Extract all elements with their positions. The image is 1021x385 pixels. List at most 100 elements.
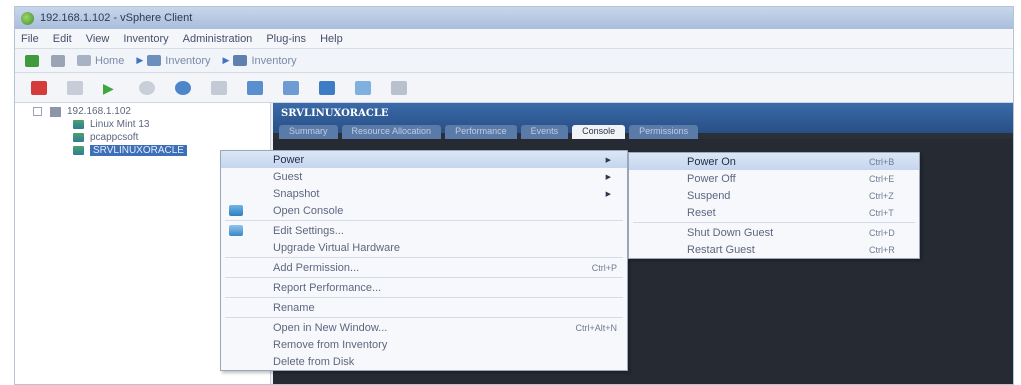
host-icon <box>50 106 61 117</box>
tab-permissions[interactable]: Permissions <box>629 125 699 139</box>
snapshot-manager-icon[interactable] <box>247 80 263 95</box>
menu-inventory[interactable]: Inventory <box>123 33 168 45</box>
tree-vm-srvlinuxoracle[interactable]: SRVLINUXORACLE <box>33 144 187 157</box>
power-off-icon[interactable] <box>31 80 47 95</box>
revert-snapshot-icon[interactable] <box>211 80 227 95</box>
ctx-item-delete-disk[interactable]: Delete from Disk <box>221 353 627 370</box>
tab-summary[interactable]: Summary <box>279 125 338 139</box>
suspend-icon[interactable] <box>67 80 83 95</box>
clone-icon[interactable] <box>355 80 371 95</box>
breadcrumb-inventory-label: Inventory <box>165 54 211 67</box>
power-item-power-on[interactable]: Power On Ctrl+B <box>629 153 919 170</box>
ctx-item-label: Open in New Window... <box>273 321 388 334</box>
menu-separator <box>633 222 915 223</box>
breadcrumb-arrow-icon: ▶ <box>222 55 230 65</box>
menu-plugins[interactable]: Plug-ins <box>266 33 306 45</box>
menu-bar: File Edit View Inventory Administration … <box>15 29 1013 49</box>
vsphere-app-icon <box>21 11 34 25</box>
vms-templates-icon <box>233 55 248 66</box>
submenu-arrow-icon: ▶ <box>605 173 611 181</box>
ctx-item-label: Edit Settings... <box>273 224 344 237</box>
ctx-item-rename[interactable]: Rename <box>221 299 627 316</box>
shortcut-text: Ctrl+P <box>591 262 617 273</box>
shortcut-text: Ctrl+Alt+N <box>575 322 617 333</box>
power-item-suspend[interactable]: Suspend Ctrl+Z <box>629 187 919 204</box>
ctx-item-label: Delete from Disk <box>273 355 355 368</box>
breadcrumb-inventory-label: Inventory <box>251 54 297 67</box>
ctx-item-snapshot[interactable]: Snapshot ▶ <box>221 185 627 202</box>
tab-resource-allocation[interactable]: Resource Allocation <box>341 125 442 139</box>
power-item-reset[interactable]: Reset Ctrl+T <box>629 204 919 221</box>
menu-separator <box>225 317 623 318</box>
ctx-item-label: Power <box>273 153 305 166</box>
console-icon <box>229 205 243 216</box>
tree-vm-pcappcsoft[interactable]: pcappcsoft <box>33 131 187 144</box>
tab-console[interactable]: Console <box>572 125 626 139</box>
breadcrumb-inventory-2[interactable]: ▶ Inventory <box>223 55 297 67</box>
back-icon[interactable] <box>25 54 39 67</box>
ctx-item-upgrade-hardware[interactable]: Upgrade Virtual Hardware <box>221 239 627 256</box>
forward-icon[interactable] <box>51 54 65 67</box>
ctx-item-edit-settings[interactable]: Edit Settings... <box>221 222 627 239</box>
shortcut-text: Ctrl+D <box>869 227 895 238</box>
ctx-item-label: Guest <box>273 170 303 183</box>
tab-performance[interactable]: Performance <box>445 125 517 139</box>
collapse-toggle-icon[interactable] <box>33 107 42 116</box>
tree-host-label: 192.168.1.102 <box>67 106 131 117</box>
power-item-power-off[interactable]: Power Off Ctrl+E <box>629 170 919 187</box>
tree-vm-label: Linux Mint 13 <box>90 119 150 130</box>
menu-view[interactable]: View <box>86 33 110 45</box>
ctx-item-report-performance[interactable]: Report Performance... <box>221 279 627 296</box>
tree-vm-linux-mint[interactable]: Linux Mint 13 <box>33 118 187 131</box>
navigation-bar: Home ▶ Inventory ▶ Inventory <box>15 49 1013 73</box>
title-bar: 192.168.1.102 - vSphere Client <box>15 7 1013 29</box>
menu-administration[interactable]: Administration <box>183 33 253 45</box>
vm-icon <box>73 120 84 129</box>
edit-settings-icon <box>229 225 243 236</box>
ctx-item-guest[interactable]: Guest ▶ <box>221 168 627 185</box>
ctx-item-label: Open Console <box>273 204 344 217</box>
vm-context-menu: Power ▶ Guest ▶ Snapshot ▶ Open Console … <box>220 150 628 371</box>
ctx-item-label: Snapshot <box>273 187 320 200</box>
submenu-arrow-icon: ▶ <box>605 190 611 198</box>
power-on-icon[interactable]: ▶ <box>103 81 119 95</box>
ctx-item-label: Report Performance... <box>273 281 382 294</box>
migrate-icon[interactable] <box>319 80 335 95</box>
power-item-restart-guest[interactable]: Restart Guest Ctrl+R <box>629 241 919 258</box>
console-icon[interactable] <box>283 80 299 95</box>
ctx-item-power[interactable]: Power ▶ <box>221 151 627 168</box>
toolbar: ▶ <box>15 73 1013 103</box>
tree-vm-label: pcappcsoft <box>90 132 139 143</box>
settings-icon[interactable] <box>391 80 407 95</box>
menu-separator <box>225 277 623 278</box>
menu-separator <box>225 257 623 258</box>
ctx-item-label: Upgrade Virtual Hardware <box>273 241 400 254</box>
ctx-item-add-permission[interactable]: Add Permission... Ctrl+P <box>221 259 627 276</box>
breadcrumb-inventory-1[interactable]: ▶ Inventory <box>136 55 210 67</box>
menu-help[interactable]: Help <box>320 33 343 45</box>
ctx-item-label: Add Permission... <box>273 261 360 274</box>
shortcut-text: Ctrl+T <box>869 207 894 218</box>
vm-title: SRVLINUXORACLE <box>281 108 389 119</box>
reset-icon[interactable] <box>139 80 155 95</box>
shortcut-text: Ctrl+B <box>869 156 895 167</box>
menu-separator <box>225 220 623 221</box>
ctx-item-label: Remove from Inventory <box>273 338 388 351</box>
power-item-shut-down-guest[interactable]: Shut Down Guest Ctrl+D <box>629 224 919 241</box>
shortcut-text: Ctrl+R <box>869 244 895 255</box>
tree-host[interactable]: 192.168.1.102 <box>33 105 187 118</box>
snapshot-icon[interactable] <box>175 80 191 95</box>
ctx-item-label: Rename <box>273 301 315 314</box>
ctx-item-open-console[interactable]: Open Console <box>221 202 627 219</box>
home-icon <box>77 55 91 66</box>
vm-icon <box>73 146 84 155</box>
ctx-item-remove-inventory[interactable]: Remove from Inventory <box>221 336 627 353</box>
shortcut-text: Ctrl+Z <box>869 190 894 201</box>
inventory-icon <box>147 55 162 66</box>
breadcrumb-arrow-icon: ▶ <box>136 55 144 65</box>
menu-edit[interactable]: Edit <box>53 33 72 45</box>
breadcrumb-home[interactable]: Home <box>77 55 124 67</box>
tab-events[interactable]: Events <box>520 125 569 139</box>
menu-file[interactable]: File <box>21 33 39 45</box>
ctx-item-open-new-window[interactable]: Open in New Window... Ctrl+Alt+N <box>221 319 627 336</box>
